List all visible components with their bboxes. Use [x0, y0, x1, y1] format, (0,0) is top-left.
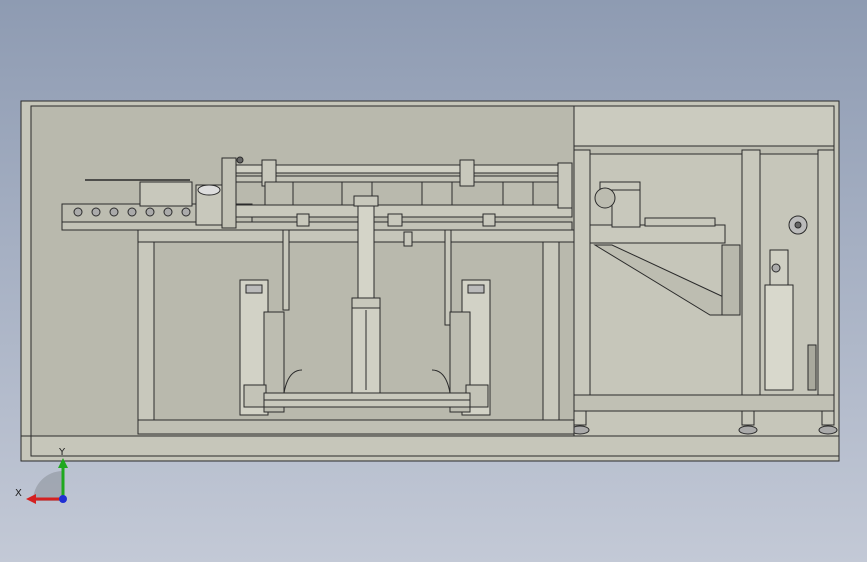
machine-assembly[interactable] [20, 100, 840, 462]
cad-viewport[interactable]: Y X [0, 0, 867, 562]
triad-plane-indicator [33, 471, 63, 501]
x-axis-label: X [15, 488, 22, 499]
y-axis-label: Y [58, 447, 66, 458]
x-axis-arrowhead [26, 494, 36, 504]
z-axis-dot [59, 495, 67, 503]
